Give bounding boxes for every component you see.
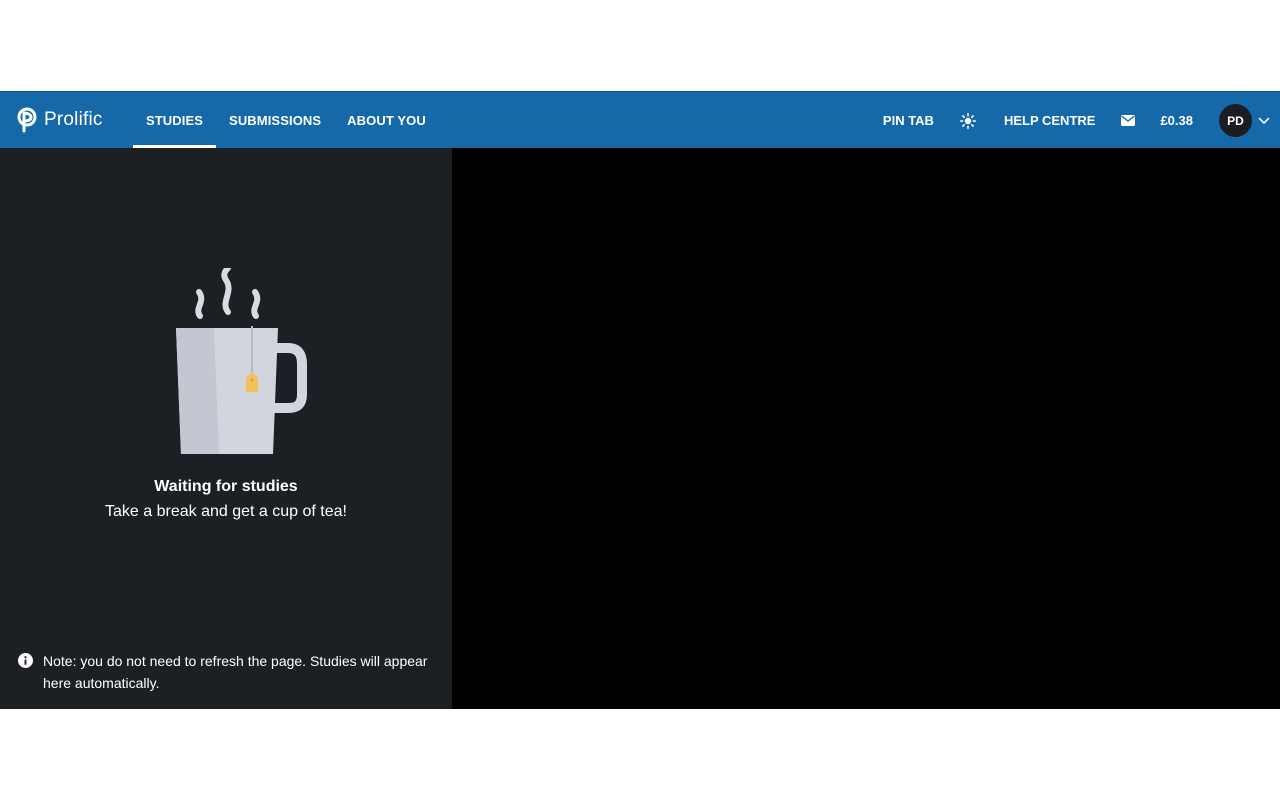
refresh-note-text: Note: you do not need to refresh the pag… — [43, 653, 428, 691]
messages-button[interactable] — [1121, 115, 1136, 126]
tea-mug-icon — [176, 268, 307, 454]
tab-submissions[interactable]: SUBMISSIONS — [216, 92, 334, 149]
help-centre-link[interactable]: HELP CENTRE — [1004, 113, 1096, 128]
empty-state-title: Waiting for studies — [154, 478, 298, 495]
info-icon — [18, 653, 33, 668]
header-tools: PIN TAB HELP CENTRE £0.38 PD — [883, 92, 1270, 149]
top-navigation-bar: Prolific STUDIES SUBMISSIONS ABOUT YOU P… — [0, 91, 1280, 149]
prolific-logo-icon — [17, 107, 37, 133]
tab-studies-label: STUDIES — [146, 113, 204, 128]
tab-about-you[interactable]: ABOUT YOU — [334, 92, 439, 149]
balance-display[interactable]: £0.38 — [1160, 113, 1193, 128]
chevron-down-icon — [1258, 117, 1270, 124]
studies-panel: Waiting for studies Take a break and get… — [0, 148, 452, 709]
app-frame: Prolific STUDIES SUBMISSIONS ABOUT YOU P… — [0, 91, 1280, 709]
empty-state-subtitle: Take a break and get a cup of tea! — [105, 503, 347, 520]
pin-tab-label: PIN TAB — [882, 113, 934, 128]
avatar-initials: PD — [1227, 113, 1244, 128]
logo-text: Prolific — [44, 109, 103, 130]
tab-about-you-label: ABOUT YOU — [347, 113, 426, 128]
main-nav: STUDIES SUBMISSIONS ABOUT YOU — [133, 92, 439, 149]
pin-tab-button[interactable]: PIN TAB — [883, 113, 934, 128]
help-centre-label: HELP CENTRE — [1003, 113, 1096, 128]
theme-toggle-button[interactable] — [959, 112, 976, 129]
tab-studies[interactable]: STUDIES — [133, 92, 217, 149]
balance-amount: £0.38 — [1160, 113, 1193, 128]
tab-submissions-label: SUBMISSIONS — [229, 113, 322, 128]
sun-icon — [959, 112, 976, 129]
account-menu[interactable]: PD — [1219, 104, 1270, 137]
refresh-note: Note: you do not need to refresh the pag… — [18, 650, 428, 694]
avatar: PD — [1219, 104, 1252, 137]
study-content-area — [452, 148, 1280, 709]
prolific-logo[interactable]: Prolific — [16, 107, 103, 133]
envelope-icon — [1121, 115, 1136, 126]
